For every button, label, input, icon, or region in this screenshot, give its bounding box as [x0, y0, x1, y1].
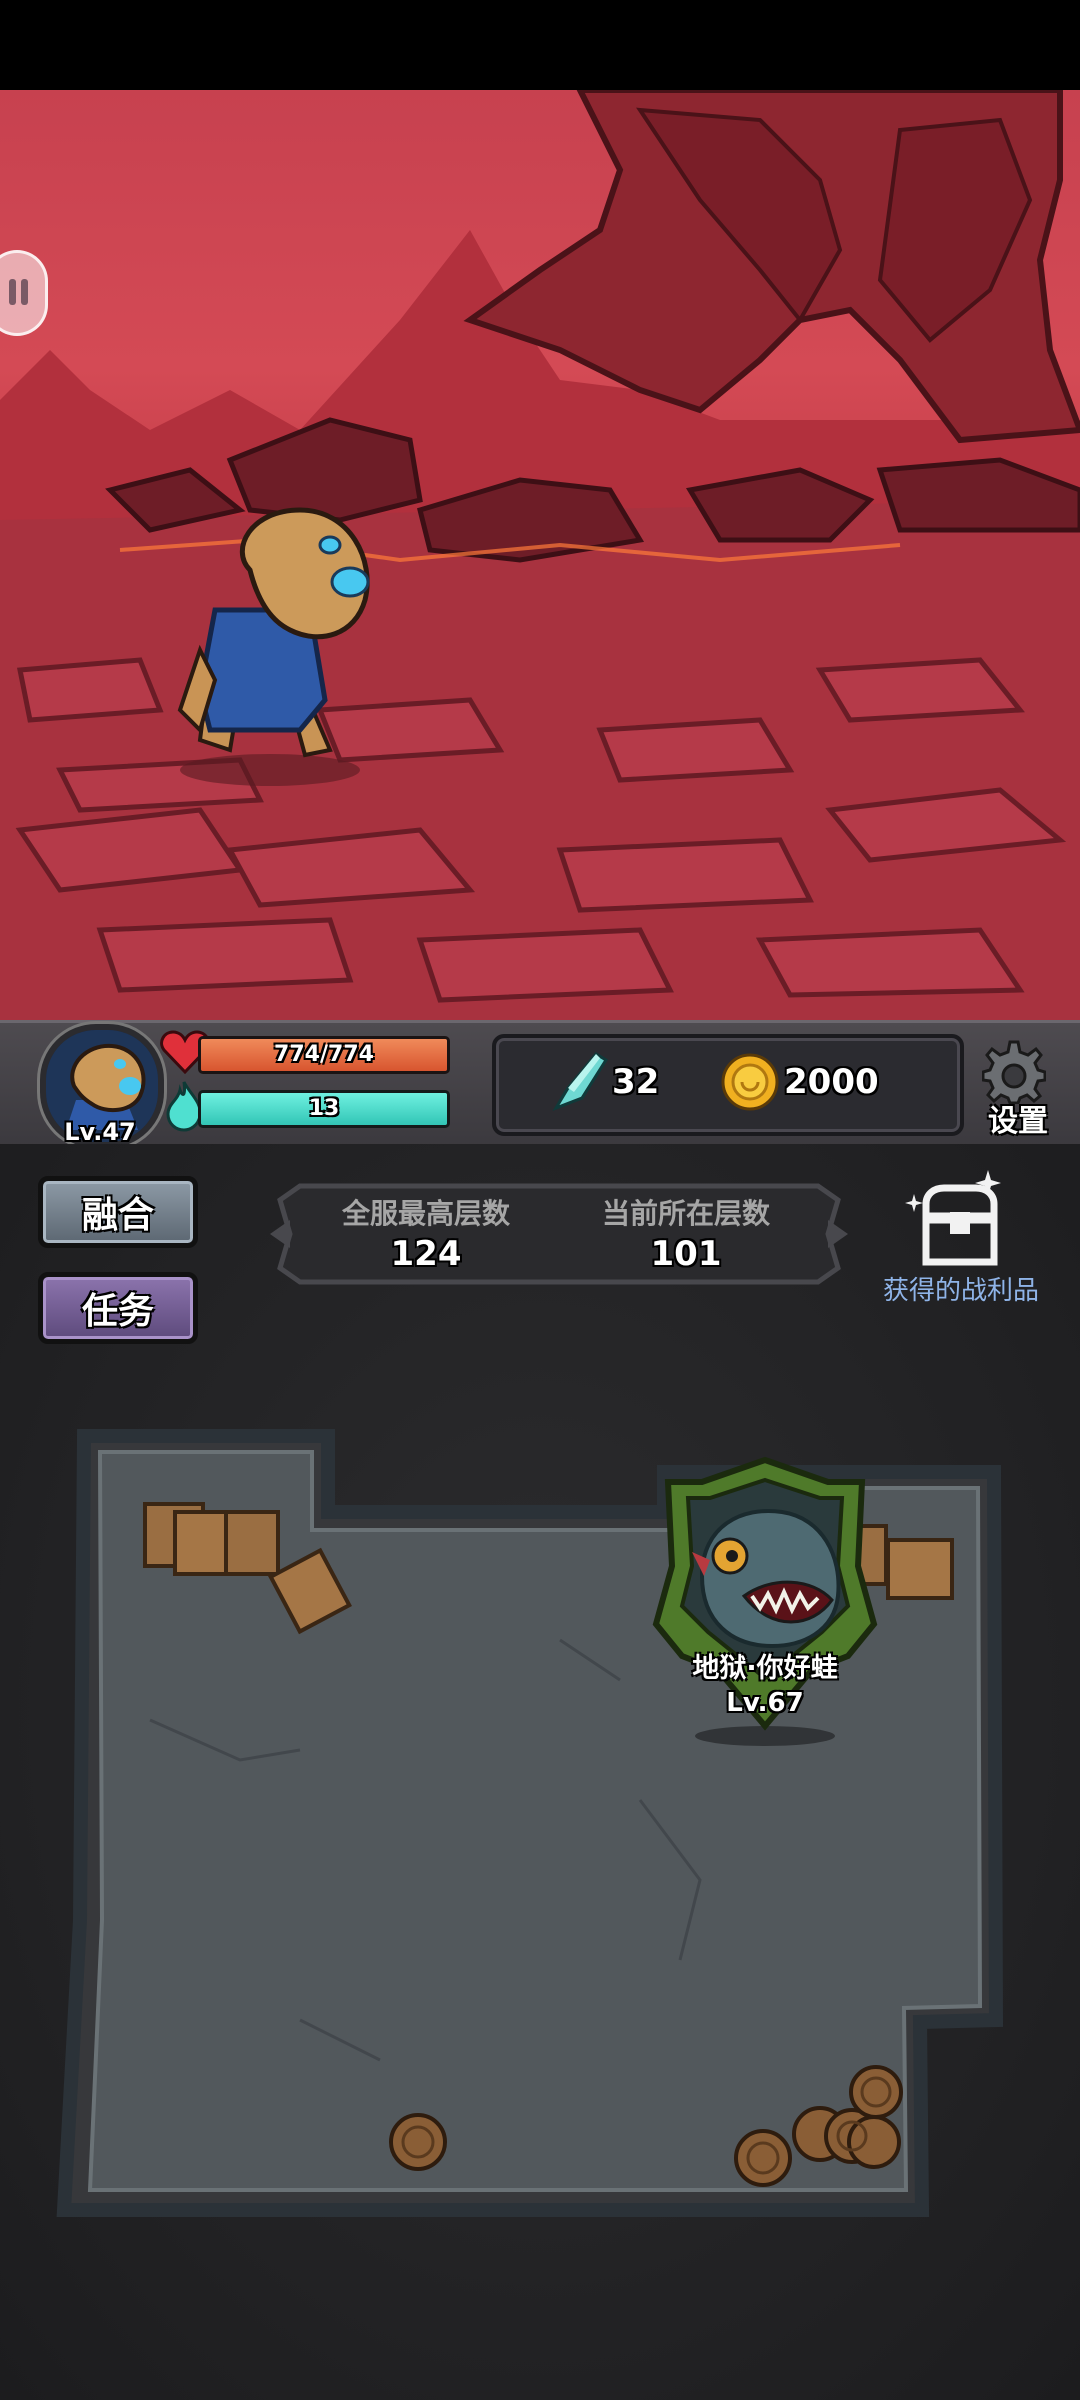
task-button[interactable]: 任务 [38, 1272, 198, 1344]
dungeon-room-map [56, 1429, 1004, 2217]
coin-count: 2000 [784, 1062, 879, 1102]
boss-level: Lv.67 [726, 1688, 804, 1718]
pause-button[interactable] [0, 250, 48, 336]
mana-bar: 13 [198, 1090, 450, 1128]
loot-chest-icon[interactable] [900, 1168, 1020, 1268]
settings-label: 设置 [988, 1104, 1048, 1139]
boss-name: 地狱·你好蛙 [692, 1653, 838, 1684]
player-level: Lv.47 [64, 1118, 136, 1146]
gear-icon [982, 1040, 1046, 1104]
gem-count: 32 [612, 1062, 660, 1102]
pause-icon [9, 279, 31, 305]
scene-background [0, 90, 1080, 1020]
server-highest-floor-value: 124 [390, 1234, 462, 1274]
status-bar [0, 0, 1080, 90]
hp-bar: 774/774 [198, 1036, 450, 1074]
loot-label[interactable]: 获得的战利品 [876, 1270, 1046, 1307]
mana-text: 13 [308, 1096, 340, 1121]
battle-scene [0, 90, 1080, 1020]
current-floor-label: 当前所在层数 [601, 1197, 770, 1230]
floor-info-banner: 全服最高层数 124 当前所在层数 101 [270, 1180, 848, 1288]
fuse-button[interactable]: 融合 [38, 1176, 198, 1248]
settings-button[interactable]: 设置 [968, 1040, 1068, 1140]
current-floor-value: 101 [650, 1234, 722, 1274]
server-highest-floor-label: 全服最高层数 [341, 1197, 510, 1230]
hp-text: 774/774 [274, 1042, 374, 1067]
crystal-gem-icon [552, 1052, 609, 1111]
gold-coin-icon [721, 1053, 779, 1111]
